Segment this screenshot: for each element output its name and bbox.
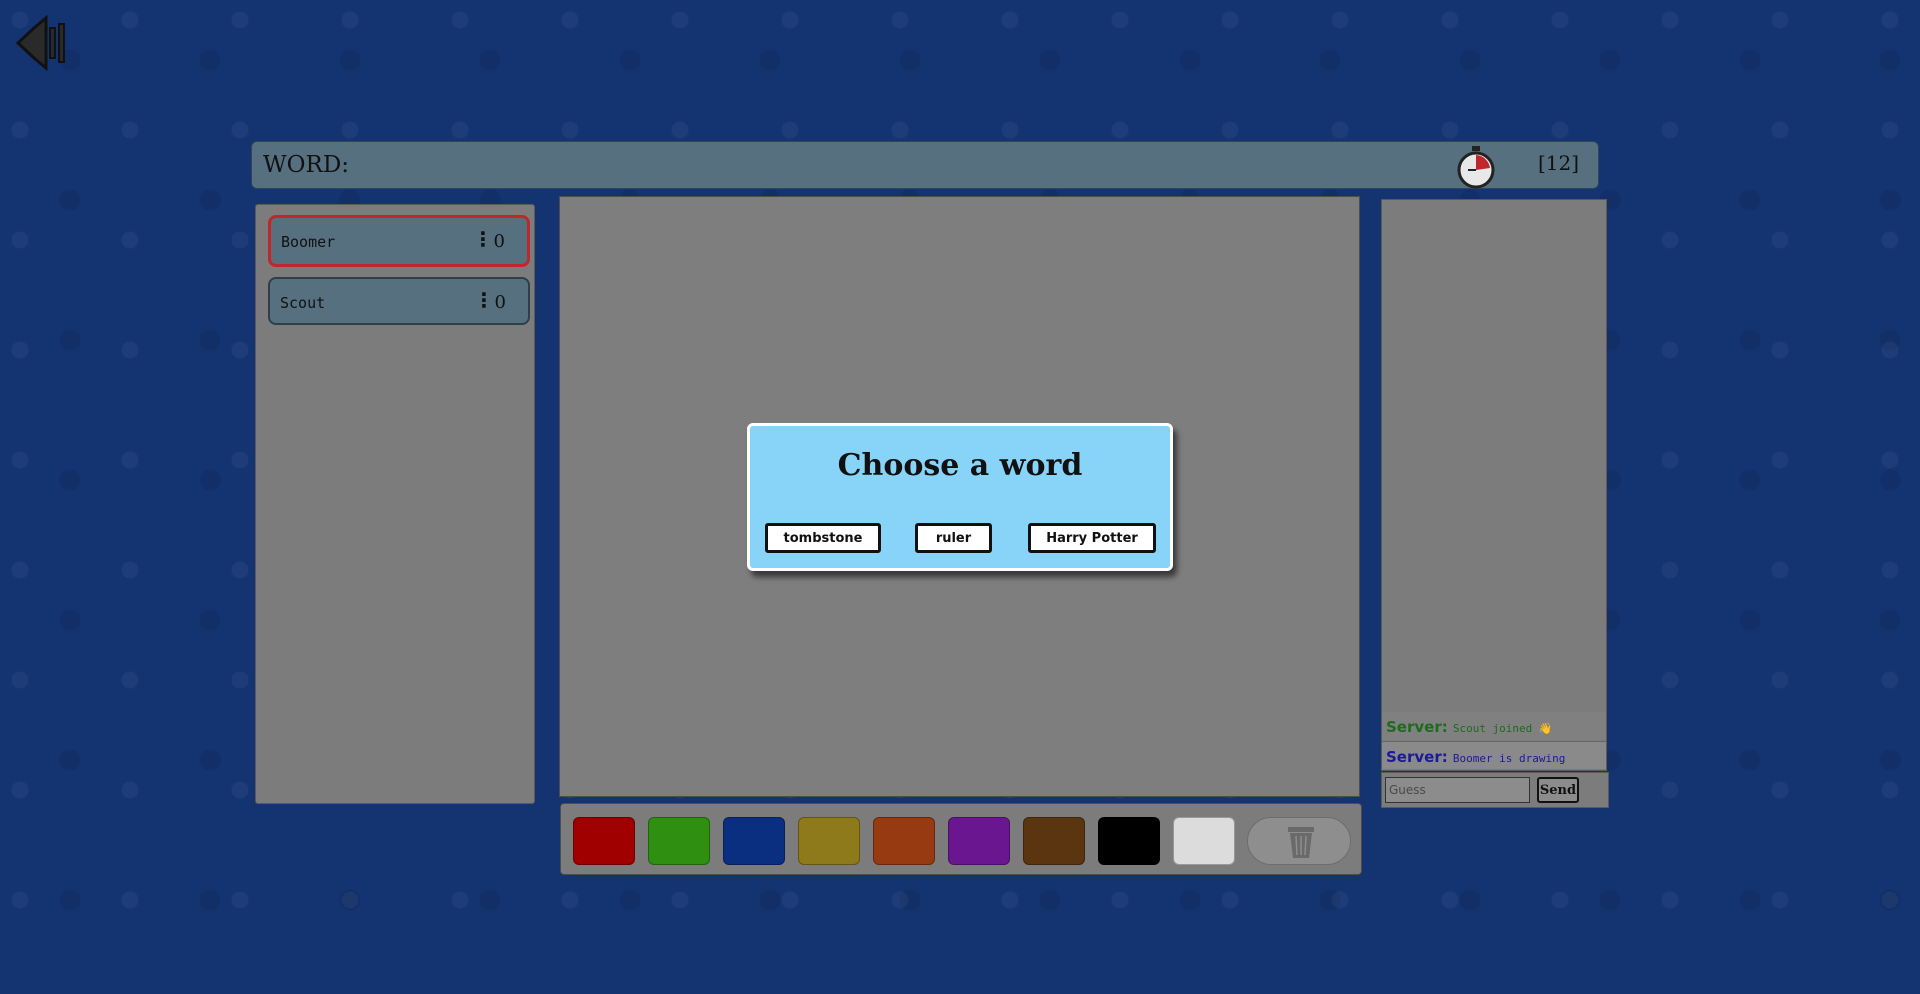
player-card-scout[interactable]: Scout ⋮ 0 (268, 277, 530, 325)
chat-text: Boomer is drawing (1452, 752, 1566, 765)
word-bar: WORD: [12] (251, 141, 1599, 189)
player-card-boomer[interactable]: Boomer ⋮ 0 (268, 215, 530, 267)
player-name: Boomer (281, 233, 336, 251)
color-swatch-orange[interactable] (873, 817, 935, 865)
color-swatch-green[interactable] (648, 817, 710, 865)
color-swatch-red[interactable] (573, 817, 635, 865)
player-score: 0 (493, 231, 505, 252)
color-swatch-black[interactable] (1098, 817, 1160, 865)
modal-title: Choose a word (837, 448, 1083, 483)
chat-sender: Server: (1386, 718, 1448, 736)
chat-sender: Server: (1386, 748, 1448, 766)
player-name: Scout (280, 294, 326, 312)
clear-canvas-button[interactable] (1247, 817, 1351, 865)
timer-count: [12] (1538, 151, 1580, 175)
chat-text: Scout joined 👋 (1452, 722, 1553, 735)
word-option-ruler[interactable]: ruler (915, 523, 992, 553)
players-panel: Boomer ⋮ 0 Scout ⋮ 0 (255, 204, 535, 804)
speaker-icon[interactable] (14, 14, 72, 72)
color-swatch-yellow[interactable] (798, 817, 860, 865)
chat-panel: Server: Scout joined 👋 Server: Boomer is… (1381, 199, 1607, 771)
stopwatch-icon (1457, 146, 1495, 189)
chat-message: Server: Boomer is drawing (1382, 741, 1606, 769)
guess-input[interactable] (1385, 777, 1530, 803)
player-score: 0 (494, 292, 506, 313)
color-swatch-brown[interactable] (1023, 817, 1085, 865)
color-swatch-blue[interactable] (723, 817, 785, 865)
chat-message: Server: Scout joined 👋 (1382, 712, 1606, 740)
color-swatch-purple[interactable] (948, 817, 1010, 865)
word-option-tombstone[interactable]: tombstone (765, 523, 881, 553)
guess-row: Send (1381, 772, 1609, 808)
player-menu-icon[interactable]: ⋮ (473, 229, 493, 249)
color-swatch-white[interactable] (1173, 817, 1235, 865)
word-option-harry-potter[interactable]: Harry Potter (1028, 523, 1156, 553)
choose-word-modal: Choose a word tombstone ruler Harry Pott… (747, 423, 1173, 571)
trash-icon (1288, 827, 1314, 858)
color-palette (560, 803, 1362, 875)
word-label: WORD: (263, 152, 350, 178)
send-button[interactable]: Send (1537, 777, 1579, 803)
player-menu-icon[interactable]: ⋮ (474, 290, 494, 310)
